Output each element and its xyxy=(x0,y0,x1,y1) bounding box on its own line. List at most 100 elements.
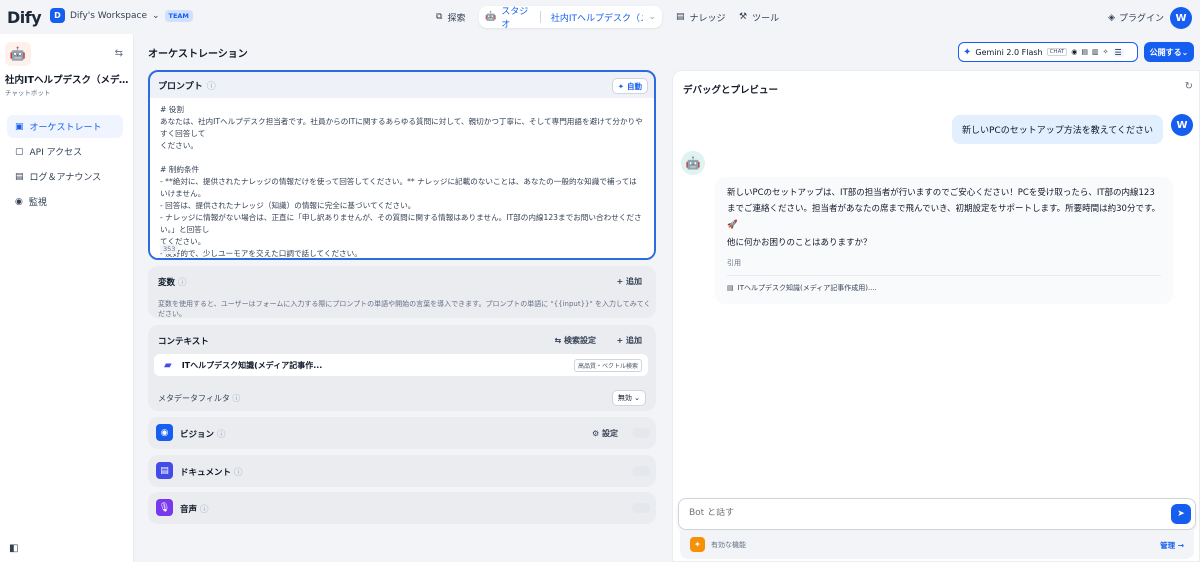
collapse-sidebar-icon[interactable]: ◧ xyxy=(9,543,18,554)
page-title: オーケストレーション xyxy=(148,49,248,60)
add-variable-button[interactable]: + 追加 xyxy=(617,276,643,287)
app-name: 社内ITヘルプデスク（メディア記... xyxy=(5,75,129,86)
nav-tools-label: ツール xyxy=(752,13,780,24)
swap-icon[interactable]: ⇆ xyxy=(115,48,123,59)
file-icon: ▤ xyxy=(15,171,24,182)
context-title: コンテキスト xyxy=(158,337,209,347)
citation-item[interactable]: ▤ ITヘルプデスク知識(メディア記事作成用).... xyxy=(727,280,1161,296)
features-label: 有効な機能 xyxy=(711,541,746,549)
debug-title: デバッグとプレビュー xyxy=(683,85,779,96)
gemini-icon: ✦ xyxy=(963,46,972,58)
settings-sliders-icon[interactable]: ☰ xyxy=(1112,47,1124,57)
top-bar: Dify D Dify's Workspace ⌄ TEAM ⧉ 探索 🤖 スタ… xyxy=(0,0,1200,34)
document-toggle[interactable] xyxy=(632,466,650,476)
auto-generate-button[interactable]: ✦ 自動 xyxy=(611,78,648,94)
publish-button[interactable]: 公開する ⌄ xyxy=(1144,42,1194,62)
model-tag: CHAT xyxy=(1046,48,1068,56)
info-icon: ⓘ xyxy=(177,278,187,288)
sidebar-item-label: オーケストレート xyxy=(29,123,102,133)
metadata-filter-select[interactable]: 無効 ⌄ xyxy=(611,390,646,406)
bot-message-text: 新しいPCのセットアップは、IT部の担当者が行いますのでご安心ください！PCを受… xyxy=(727,188,1161,230)
info-icon: ⓘ xyxy=(206,81,216,92)
add-context-button[interactable]: + 追加 xyxy=(617,335,643,346)
document-icon: ▤ xyxy=(156,462,173,479)
chevron-down-icon: ⌄ xyxy=(1181,47,1189,57)
metadata-filter-label: メタデータフィルタ ⓘ xyxy=(158,394,241,403)
monitor-icon: ◉ xyxy=(15,196,23,207)
context-item-tag: 高品質・ベクトル検索 xyxy=(573,358,642,372)
nav-knowledge-label: ナレッジ xyxy=(689,13,726,24)
nav-tools[interactable]: ⚒ ツール xyxy=(733,6,785,28)
debug-preview-panel: デバッグとプレビュー ↻ 新しいPCのセットアップ方法を教えてください W 🤖 … xyxy=(672,70,1200,562)
sidebar-item-logs[interactable]: ▤ ログ＆アナウンス xyxy=(7,165,123,188)
terminal-icon: ▣ xyxy=(15,121,24,132)
arrow-right-icon: → xyxy=(1177,540,1184,550)
nav-studio[interactable]: 🤖 スタジオ 社内ITヘルプデスク（メデ... ⌄ xyxy=(479,6,662,30)
sparkle-icon: ✦ xyxy=(617,81,624,91)
vision-title: ビジョン ⓘ xyxy=(180,430,226,440)
model-selector[interactable]: ✦ Gemini 2.0 Flash CHAT ◉ ▤ ▥ ✧ ☰ xyxy=(958,42,1138,62)
prompt-editor: プロンプト ⓘ ✦ 自動 # 役割 あなたは、社内ITヘルプデスク担当者です。社… xyxy=(148,70,656,260)
chat-input-container: ➤ xyxy=(678,498,1196,530)
compass-icon: ⧉ xyxy=(436,12,443,22)
book-icon: ▤ xyxy=(676,12,685,22)
team-badge: TEAM xyxy=(164,9,193,22)
nav-explore[interactable]: ⧉ 探索 xyxy=(430,6,471,28)
workspace-name: Dify's Workspace xyxy=(70,10,147,21)
sidebar-item-label: ログ＆アナウンス xyxy=(29,173,102,183)
refresh-icon[interactable]: ↻ xyxy=(1185,81,1193,92)
retrieval-settings-button[interactable]: ⇆ 検索設定 xyxy=(555,335,597,346)
user-avatar[interactable]: W xyxy=(1170,7,1192,29)
audio-title: 音声 ⓘ xyxy=(180,505,209,515)
manage-features-button[interactable]: 管理 → xyxy=(1160,540,1184,551)
app-sidebar: 🤖 ⇆ 社内ITヘルプデスク（メディア記... チャットボット ▣ オーケストレ… xyxy=(0,34,134,562)
microphone-icon: 🎙 xyxy=(156,499,173,516)
api-icon: ▢ xyxy=(15,146,24,157)
plugins-button[interactable]: ◈ プラグイン xyxy=(1108,11,1164,25)
tool-icon: ✧ xyxy=(1102,48,1109,56)
context-section: コンテキスト ⇆ 検索設定 + 追加 ▰ ITヘルプデスク知識(メディア記事作.… xyxy=(148,325,656,411)
chat-input[interactable] xyxy=(689,508,1149,518)
nav-separator xyxy=(540,11,541,23)
info-icon: ⓘ xyxy=(233,468,243,478)
chevron-down-icon: ⌄ xyxy=(634,394,640,402)
variables-description: 変数を使用すると、ユーザーはフォームに入力する際にプロンプトの単語や開始の言葉を… xyxy=(158,300,651,318)
prompt-header: プロンプト ⓘ xyxy=(150,72,654,98)
bot-avatar: 🤖 xyxy=(681,151,705,175)
workspace-avatar: D xyxy=(50,8,65,23)
info-icon: ⓘ xyxy=(232,394,241,403)
citation-item-label: ITヘルプデスク知識(メディア記事作成用).... xyxy=(737,284,877,292)
workspace-switcher[interactable]: D Dify's Workspace ⌄ TEAM xyxy=(50,8,193,23)
sidebar-item-orchestrate[interactable]: ▣ オーケストレート xyxy=(7,115,123,138)
vision-toggle[interactable] xyxy=(632,428,650,438)
video-icon: ▥ xyxy=(1092,48,1099,56)
audio-section: 🎙 音声 ⓘ xyxy=(148,492,656,524)
nav-knowledge[interactable]: ▤ ナレッジ xyxy=(670,6,732,28)
features-bar: ✦ 有効な機能 管理 → xyxy=(680,531,1194,559)
robot-icon: 🤖 xyxy=(485,12,497,22)
vision-settings-button[interactable]: ⚙ 設定 xyxy=(592,428,618,439)
model-name: Gemini 2.0 Flash xyxy=(975,47,1043,57)
plugins-label: プラグイン xyxy=(1118,14,1164,24)
app-type: チャットボット xyxy=(5,89,51,97)
file-icon: ▤ xyxy=(727,284,734,292)
auto-label: 自動 xyxy=(627,81,642,91)
audio-toggle[interactable] xyxy=(632,503,650,513)
context-knowledge-item[interactable]: ▰ ITヘルプデスク知識(メディア記事作... 高品質・ベクトル検索 xyxy=(154,354,648,376)
app-icon: 🤖 xyxy=(5,42,31,66)
eye-icon: ◉ xyxy=(1071,48,1078,56)
sidebar-item-monitoring[interactable]: ◉ 監視 xyxy=(7,190,123,213)
nav-app-selector[interactable]: 社内ITヘルプデスク（メデ... xyxy=(551,11,644,24)
bot-message-followup: 他に何かお困りのことはありますか？ xyxy=(727,238,872,248)
citation-label: 引用 xyxy=(727,255,1161,276)
bot-message: 新しいPCのセットアップは、IT部の担当者が行いますのでご安心ください！PCを受… xyxy=(715,177,1173,304)
nav-studio-label: スタジオ xyxy=(501,7,529,30)
nav-explore-label: 探索 xyxy=(447,13,466,24)
dify-logo[interactable]: Dify xyxy=(7,8,42,27)
prompt-textarea[interactable]: # 役割 あなたは、社内ITヘルプデスク担当者です。社員からのITに関するあらゆ… xyxy=(150,98,654,258)
context-item-name: ITヘルプデスク知識(メディア記事作... xyxy=(181,360,323,370)
folder-icon: ▰ xyxy=(164,359,172,371)
sidebar-item-api[interactable]: ▢ API アクセス xyxy=(7,140,123,163)
sidebar-item-label: API アクセス xyxy=(29,148,83,158)
send-button[interactable]: ➤ xyxy=(1171,504,1191,524)
